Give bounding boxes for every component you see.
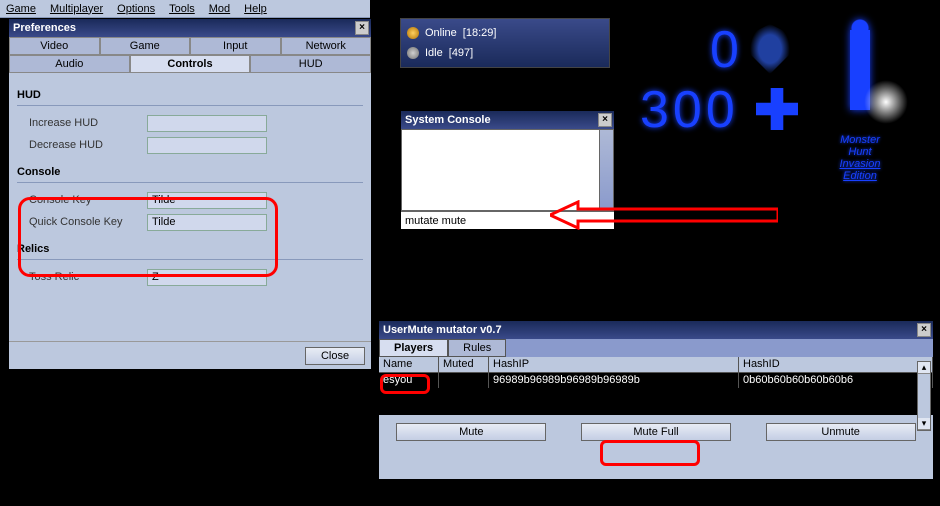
online-icon — [407, 27, 419, 39]
mute-button[interactable]: Mute — [396, 423, 546, 441]
console-output — [401, 129, 614, 211]
light-flare-icon — [864, 80, 908, 124]
network-status-panel: Online [18:29] Idle [497] — [400, 18, 610, 68]
usermute-window: UserMute mutator v0.7 × Players Rules Na… — [378, 320, 934, 480]
tab-game[interactable]: Game — [100, 37, 191, 55]
lbl-toss-relic: Toss Relic — [17, 271, 147, 283]
figure-caption-2: Hunt — [810, 146, 910, 158]
tab-rules[interactable]: Rules — [448, 339, 506, 357]
menu-tools[interactable]: Tools — [169, 3, 195, 15]
col-hashid[interactable]: HashID — [739, 357, 933, 372]
tab-hud[interactable]: HUD — [250, 55, 371, 73]
shield-icon — [750, 24, 790, 74]
close-icon[interactable]: × — [355, 21, 369, 35]
figure-caption-4: Edition — [810, 170, 910, 182]
health-cross-icon — [756, 88, 798, 130]
close-button[interactable]: Close — [305, 347, 365, 365]
table-row[interactable]: esyou 96989b96989b96989b96989b 0b60b60b6… — [379, 373, 933, 388]
menu-mod[interactable]: Mod — [209, 3, 230, 15]
player-figure: Monster Hunt Invasion Edition — [810, 10, 910, 210]
tab-network[interactable]: Network — [281, 37, 372, 55]
lbl-increase-hud: Increase HUD — [17, 117, 147, 129]
col-haship[interactable]: HashIP — [489, 357, 739, 372]
val-console-key[interactable]: Tilde — [147, 192, 267, 209]
lbl-decrease-hud: Decrease HUD — [17, 139, 147, 151]
main-menubar: Game Multiplayer Options Tools Mod Help — [0, 0, 370, 18]
menu-options[interactable]: Options — [117, 3, 155, 15]
system-console-titlebar[interactable]: System Console × — [401, 111, 614, 129]
preferences-title: Preferences — [13, 22, 76, 34]
val-decrease-hud[interactable] — [147, 137, 267, 154]
console-input[interactable] — [401, 212, 614, 229]
col-name[interactable]: Name — [379, 357, 439, 372]
cell-haship: 96989b96989b96989b96989b — [489, 373, 739, 388]
cell-name: esyou — [379, 373, 439, 388]
hud-armor-value: 0 — [710, 20, 743, 80]
group-hud-title: HUD — [17, 89, 363, 101]
figure-caption-3: Invasion — [810, 158, 910, 170]
preferences-titlebar[interactable]: Preferences × — [9, 19, 371, 37]
scroll-down-icon[interactable]: ▾ — [918, 418, 930, 430]
preferences-window: Preferences × Video Game Input Network A… — [8, 18, 372, 370]
scroll-up-icon[interactable]: ▴ — [918, 362, 930, 374]
scrollbar[interactable]: ▴ ▾ — [917, 361, 931, 431]
tab-controls[interactable]: Controls — [130, 55, 251, 73]
usermute-title: UserMute mutator v0.7 — [383, 324, 502, 336]
cell-muted — [439, 373, 489, 388]
close-icon[interactable]: × — [598, 113, 612, 127]
val-increase-hud[interactable] — [147, 115, 267, 132]
idle-icon — [407, 47, 419, 59]
group-relics-title: Relics — [17, 243, 363, 255]
tab-video[interactable]: Video — [9, 37, 100, 55]
online-count: 18:29 — [466, 27, 494, 39]
close-icon[interactable]: × — [917, 323, 931, 337]
val-toss-relic[interactable]: Z — [147, 269, 267, 286]
lbl-quick-console-key: Quick Console Key — [17, 216, 147, 228]
tab-players[interactable]: Players — [379, 339, 448, 357]
scrollbar[interactable] — [599, 130, 613, 210]
figure-caption-1: Monster — [810, 134, 910, 146]
online-label: Online — [425, 27, 457, 39]
usermute-titlebar[interactable]: UserMute mutator v0.7 × — [379, 321, 933, 339]
lbl-console-key: Console Key — [17, 194, 147, 206]
system-console-title: System Console — [405, 114, 491, 126]
hud-health-value: 300 — [640, 81, 739, 139]
menu-game[interactable]: Game — [6, 3, 36, 15]
cell-hashid: 0b60b60b60b60b60b6 — [739, 373, 933, 388]
players-grid: Name Muted HashIP HashID esyou 96989b969… — [379, 357, 933, 415]
idle-count: 497 — [452, 47, 470, 59]
menu-help[interactable]: Help — [244, 3, 267, 15]
tab-audio[interactable]: Audio — [9, 55, 130, 73]
val-quick-console-key[interactable]: Tilde — [147, 214, 267, 231]
col-muted[interactable]: Muted — [439, 357, 489, 372]
idle-label: Idle — [425, 47, 443, 59]
menu-multiplayer[interactable]: Multiplayer — [50, 3, 103, 15]
mute-full-button[interactable]: Mute Full — [581, 423, 731, 441]
unmute-button[interactable]: Unmute — [766, 423, 916, 441]
system-console-window: System Console × — [400, 110, 615, 230]
group-console-title: Console — [17, 166, 363, 178]
tab-input[interactable]: Input — [190, 37, 281, 55]
